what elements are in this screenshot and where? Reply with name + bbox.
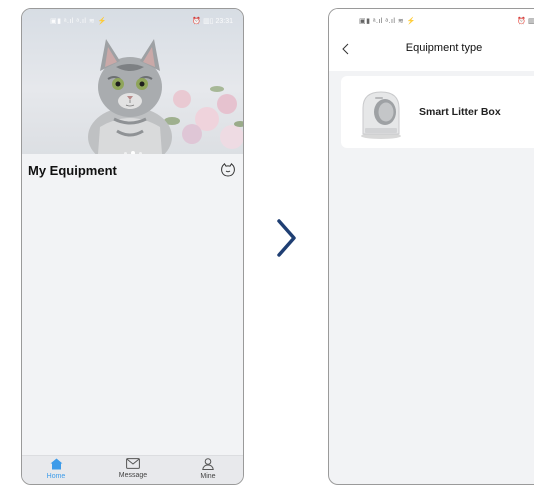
litter-box-image [361,91,401,139]
equipment-item-smart-litter-box[interactable]: Smart Litter Box [341,76,534,148]
status-right: ⏰ ▥▯ 23:3 [517,18,534,25]
header: ▣▮ ᵃ.ıl ᵃ.ıl ≋ ⚡ ⏰ ▥▯ 23:3 Equipment typ… [329,9,534,71]
tab-home-label: Home [46,473,66,480]
status-bar: ▣▮ ᵃ.ıl ᵃ.ıl ≋ ⚡ ⏰ ▥▯ 23:3 [329,9,534,31]
home-icon [50,458,62,470]
tab-mine[interactable]: Mine [178,458,238,480]
tab-mine-label: Mine [200,473,216,480]
add-cat-icon[interactable] [220,162,236,178]
status-left: ▣▮ ᵃ.ıl ᵃ.ıl ≋ ⚡ [359,18,416,25]
page-title: Equipment type [405,42,483,54]
tab-message-label: Message [118,472,148,479]
carousel-dot[interactable] [123,152,127,154]
status-right: ⏰ ▥▯ 23:31 [192,18,233,25]
tab-home[interactable]: Home [26,458,86,480]
carousel-dot[interactable] [138,152,142,154]
carousel-dot-active[interactable] [130,151,135,154]
person-icon [202,458,214,470]
equipment-item-label: Smart Litter Box [419,106,501,118]
status-left: ▣▮ ᵃ.ıl ᵃ.ıl ≋ ⚡ [50,18,107,25]
tab-message[interactable]: Message [103,458,163,479]
home-screen: ▣▮ ᵃ.ıl ᵃ.ıl ≋ ⚡ ⏰ ▥▯ 23:31 My Equipment… [21,8,244,485]
chevron-right-icon [277,219,296,257]
envelope-icon [126,458,140,469]
carousel-indicator [22,142,243,154]
section-title: My Equipment [28,163,117,178]
banner-carousel[interactable]: ▣▮ ᵃ.ıl ᵃ.ıl ≋ ⚡ ⏰ ▥▯ 23:31 [22,9,243,154]
status-bar: ▣▮ ᵃ.ıl ᵃ.ıl ≋ ⚡ ⏰ ▥▯ 23:31 [22,9,243,31]
equipment-type-screen: ▣▮ ᵃ.ıl ᵃ.ıl ≋ ⚡ ⏰ ▥▯ 23:3 Equipment typ… [328,8,534,485]
bottom-tab-bar: Home Message Mine [22,455,243,484]
